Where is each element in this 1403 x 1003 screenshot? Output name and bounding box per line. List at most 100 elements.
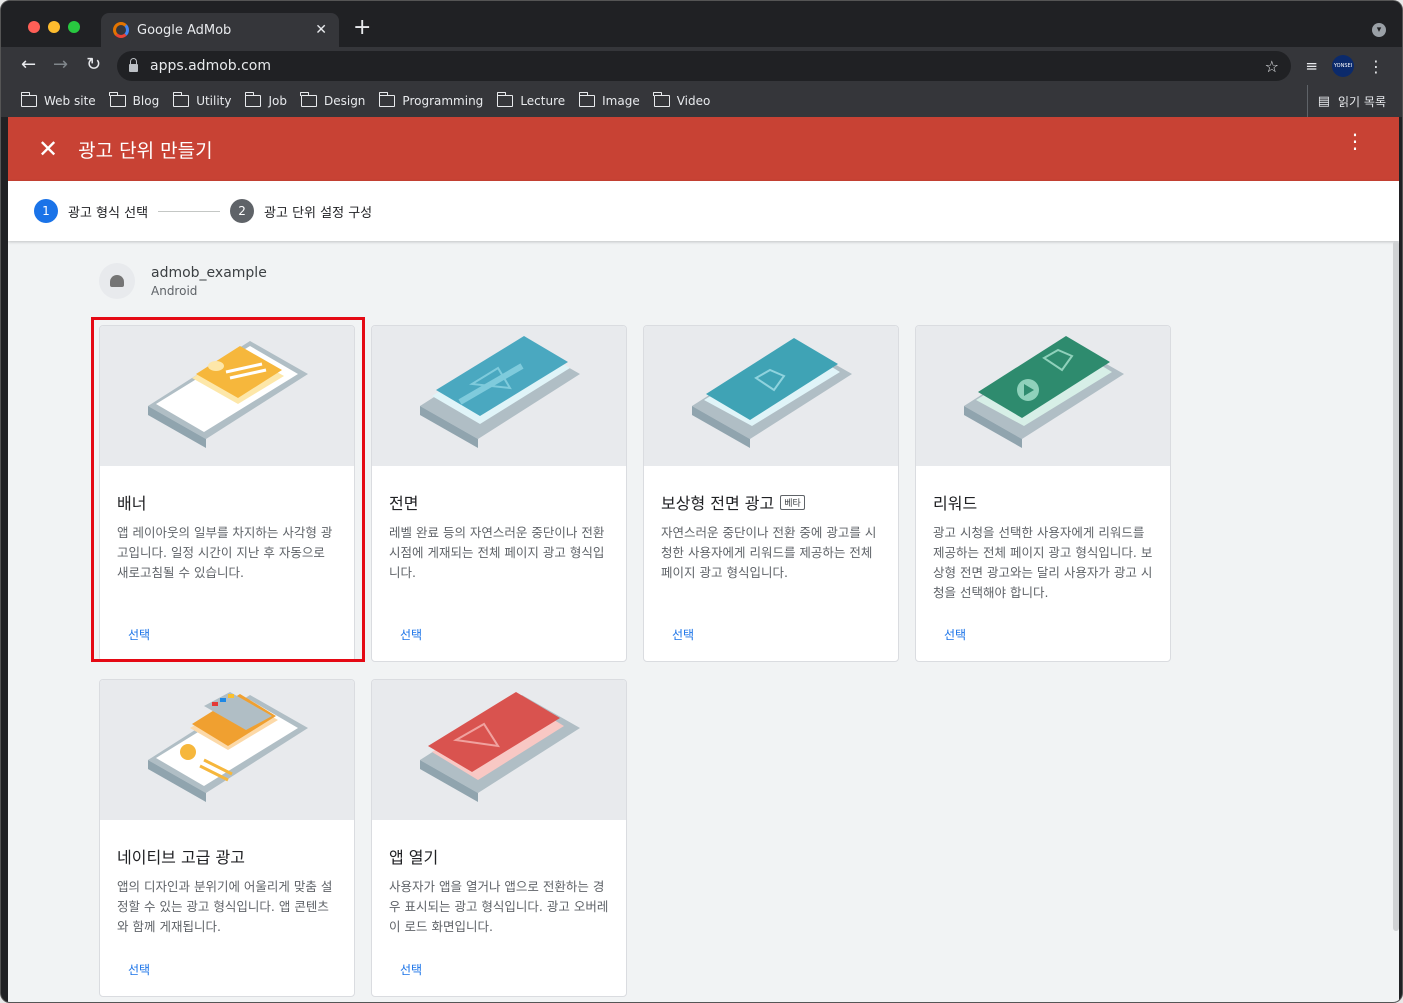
app-info: admob_example Android [99, 263, 267, 299]
card-description: 앱의 디자인과 분위기에 어울리게 맞춤 설정할 수 있는 광고 형식입니다. … [117, 879, 333, 934]
card-title: 전면 [389, 490, 609, 514]
folder-icon [653, 92, 670, 107]
format-card-app-open[interactable]: 앱 열기 사용자가 앱을 열거나 앱으로 전환하는 경우 표시되는 광고 형식입… [371, 679, 627, 997]
browser-menu-icon[interactable]: ⋮ [1368, 57, 1384, 76]
bookmark-folder[interactable]: Utility [172, 92, 232, 108]
card-description: 광고 시청을 선택한 사용자에게 리워드를 제공하는 전체 페이지 광고 형식입… [933, 525, 1153, 600]
card-title: 앱 열기 [389, 844, 609, 868]
bookmark-label: Blog [132, 94, 160, 108]
card-title-text: 리워드 [933, 494, 978, 513]
window-controls [28, 21, 80, 33]
select-rewarded-button[interactable]: 선택 [944, 626, 966, 643]
select-interstitial-button[interactable]: 선택 [400, 626, 422, 643]
bookmark-label: Lecture [520, 94, 566, 108]
browser-tab[interactable]: Google AdMob ✕ [101, 13, 339, 47]
app-open-illustration [372, 680, 626, 820]
bookmark-label: Video [676, 94, 711, 108]
select-rewarded-interstitial-button[interactable]: 선택 [672, 626, 694, 643]
bookmark-label: Job [268, 94, 287, 108]
bookmark-folder[interactable]: Programming [378, 92, 484, 108]
address-bar[interactable]: apps.admob.com ☆ [117, 51, 1291, 81]
folder-icon [496, 92, 514, 107]
beta-badge: 베타 [780, 494, 805, 510]
native-illustration [100, 680, 354, 820]
media-control-icon[interactable]: ≡ [1305, 57, 1318, 75]
step-configure: 2 광고 단위 설정 구성 [230, 199, 372, 223]
bookmark-folder[interactable]: Blog [109, 92, 160, 108]
rewarded-interstitial-illustration [644, 326, 898, 466]
avatar-label: YONSEI [1333, 63, 1353, 69]
forward-arrow-icon[interactable]: → [53, 55, 68, 75]
format-card-interstitial[interactable]: 전면 레벨 완료 등의 자연스러운 중단이나 전환 시점에 게재되는 전체 페이… [371, 325, 627, 662]
bookmark-folder[interactable]: Web site [20, 92, 96, 108]
admob-favicon-icon [113, 22, 129, 38]
bookmark-label: Design [323, 94, 366, 108]
format-card-rewarded-interstitial[interactable]: 보상형 전면 광고 베타 자연스러운 중단이나 전환 중에 광고를 시청한 사용자… [643, 325, 899, 662]
stepper: 1 광고 형식 선택 2 광고 단위 설정 구성 [8, 181, 1399, 241]
step-select-format: 1 광고 형식 선택 [34, 199, 148, 223]
bookmark-label: Web site [44, 94, 96, 108]
reading-list-button[interactable]: ▤ 읽기 목록 [1306, 85, 1386, 117]
back-arrow-icon[interactable]: ← [21, 55, 36, 75]
close-icon[interactable]: ✕ [38, 137, 58, 161]
bookmark-folder[interactable]: Image [578, 92, 640, 108]
format-card-native-advanced[interactable]: 네이티브 고급 광고 앱의 디자인과 분위기에 어울리게 맞춤 설정할 수 있는… [99, 679, 355, 997]
folder-icon [20, 92, 37, 107]
card-description: 자연스러운 중단이나 전환 중에 광고를 시청한 사용자에게 리워드를 제공하는… [661, 525, 877, 580]
tab-title: Google AdMob [137, 22, 232, 38]
card-description: 앱 레이아웃의 일부를 차지하는 사각형 광고입니다. 일정 시간이 지난 후 … [117, 525, 333, 580]
card-description: 레벨 완료 등의 자연스러운 중단이나 전환 시점에 게재되는 전체 페이지 광… [389, 525, 605, 580]
folder-icon [378, 92, 396, 107]
format-card-banner[interactable]: 배너 앱 레이아웃의 일부를 차지하는 사각형 광고입니다. 일정 시간이 지난… [99, 325, 355, 662]
select-banner-button[interactable]: 선택 [128, 626, 150, 643]
bookmark-folder[interactable]: Video [653, 92, 711, 108]
maximize-window-button[interactable] [68, 21, 80, 33]
lock-icon [129, 58, 138, 72]
step-label: 광고 형식 선택 [68, 205, 149, 221]
banner-illustration [100, 326, 354, 466]
reading-list-icon: ▤ [1317, 93, 1331, 109]
url-text: apps.admob.com [150, 58, 272, 74]
card-title: 보상형 전면 광고 베타 [661, 490, 881, 514]
bookmark-label: Programming [402, 94, 484, 108]
browser-window: Google AdMob ✕ + ▾ ← → ↻ apps.admob.com … [0, 0, 1403, 1003]
folder-icon [172, 92, 190, 107]
reading-list-label: 읽기 목록 [1338, 94, 1386, 109]
bookmark-star-icon[interactable]: ☆ [1265, 57, 1279, 76]
step-number: 1 [34, 199, 58, 223]
reload-icon[interactable]: ↻ [86, 55, 101, 75]
page-scrollbar[interactable] [1393, 241, 1399, 931]
app-bar: ✕ 광고 단위 만들기 ⋮ [8, 117, 1399, 181]
bookmark-label: Image [602, 94, 640, 108]
select-app-open-button[interactable]: 선택 [400, 961, 422, 978]
interstitial-illustration [372, 326, 626, 466]
card-title-text: 보상형 전면 광고 [661, 494, 775, 513]
card-description: 사용자가 앱을 열거나 앱으로 전환하는 경우 표시되는 광고 형식입니다. 광… [389, 879, 609, 934]
card-title-text: 앱 열기 [389, 848, 439, 867]
tab-strip: Google AdMob ✕ + ▾ [1, 1, 1402, 47]
card-title-text: 네이티브 고급 광고 [117, 848, 245, 867]
app-platform: Android [151, 283, 198, 298]
card-title: 네이티브 고급 광고 [117, 844, 337, 868]
page-title: 광고 단위 만들기 [78, 139, 213, 162]
bookmark-folder[interactable]: Lecture [496, 92, 566, 108]
folder-icon [578, 92, 596, 107]
tab-close-icon[interactable]: ✕ [315, 22, 327, 38]
format-card-rewarded[interactable]: 리워드 광고 시청을 선택한 사용자에게 리워드를 제공하는 전체 페이지 광고… [915, 325, 1171, 662]
select-native-button[interactable]: 선택 [128, 961, 150, 978]
more-vert-icon[interactable]: ⋮ [1345, 131, 1365, 151]
card-title-text: 배너 [117, 494, 147, 513]
browser-toolbar: ← → ↻ apps.admob.com ☆ ≡ YONSEI ⋮ [1, 47, 1402, 85]
minimize-window-button[interactable] [48, 21, 60, 33]
bookmark-label: Utility [196, 94, 232, 108]
step-divider [158, 210, 221, 212]
bookmark-folder[interactable]: Design [300, 92, 366, 108]
new-tab-button[interactable]: + [353, 17, 371, 39]
app-name: admob_example [151, 264, 267, 281]
folder-icon [244, 92, 262, 107]
card-title-text: 전면 [389, 494, 419, 513]
close-window-button[interactable] [28, 21, 40, 33]
profile-avatar[interactable]: YONSEI [1332, 55, 1354, 77]
bookmark-folder[interactable]: Job [244, 92, 287, 108]
tab-search-icon[interactable]: ▾ [1372, 23, 1386, 37]
